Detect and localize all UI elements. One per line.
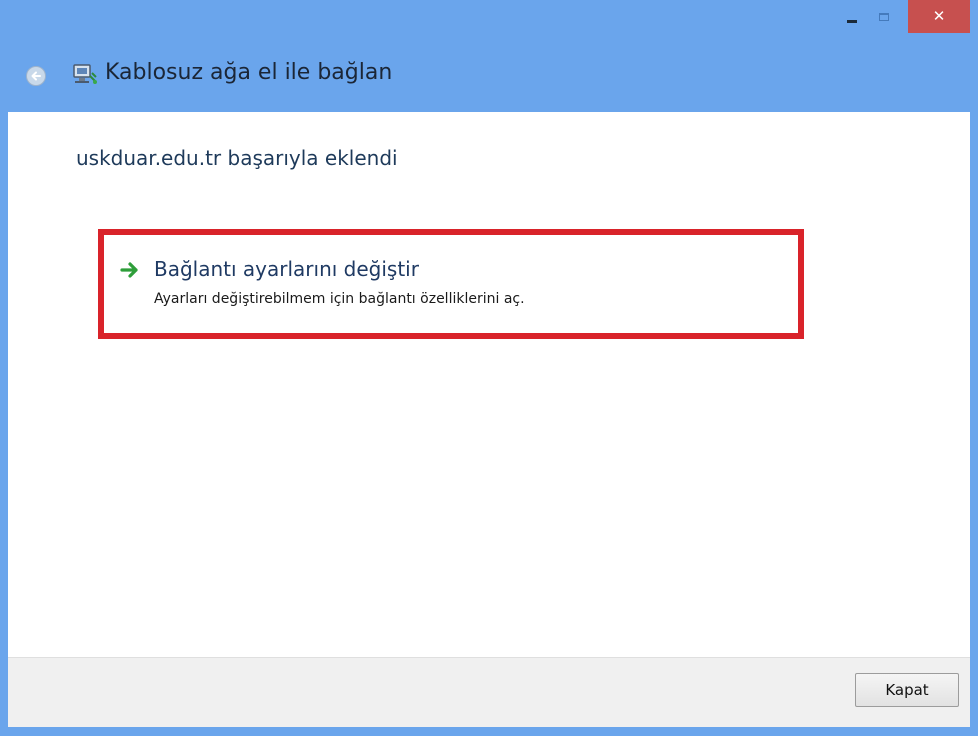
green-arrow-icon <box>120 262 138 278</box>
network-wizard-icon <box>73 64 97 84</box>
success-message: uskduar.edu.tr başarıyla eklendi <box>76 146 398 170</box>
minimize-icon <box>847 20 857 23</box>
window-bottom-border <box>0 727 978 736</box>
back-arrow-icon <box>31 71 41 81</box>
footer-bar: Kapat <box>8 657 970 727</box>
minimize-button[interactable] <box>836 0 868 33</box>
wizard-title: Kablosuz ağa el ile bağlan <box>105 60 393 85</box>
back-button[interactable] <box>26 66 46 86</box>
change-connection-settings-link[interactable]: Bağlantı ayarlarını değiştir Ayarları de… <box>120 251 790 317</box>
close-icon: ✕ <box>932 7 946 25</box>
command-link-title: Bağlantı ayarlarını değiştir <box>154 257 419 281</box>
close-window-button[interactable]: ✕ <box>908 0 970 33</box>
maximize-icon <box>879 12 889 21</box>
content-panel: uskduar.edu.tr başarıyla eklendi Bağlant… <box>8 112 970 657</box>
close-button[interactable]: Kapat <box>855 673 959 707</box>
dialog-window: ✕ Kablosuz ağa el ile bağlan uskduar.edu… <box>0 0 978 736</box>
command-link-description: Ayarları değiştirebilmem için bağlantı ö… <box>154 291 525 307</box>
highlight-frame: Bağlantı ayarlarını değiştir Ayarları de… <box>98 229 804 339</box>
maximize-button[interactable] <box>868 0 900 33</box>
